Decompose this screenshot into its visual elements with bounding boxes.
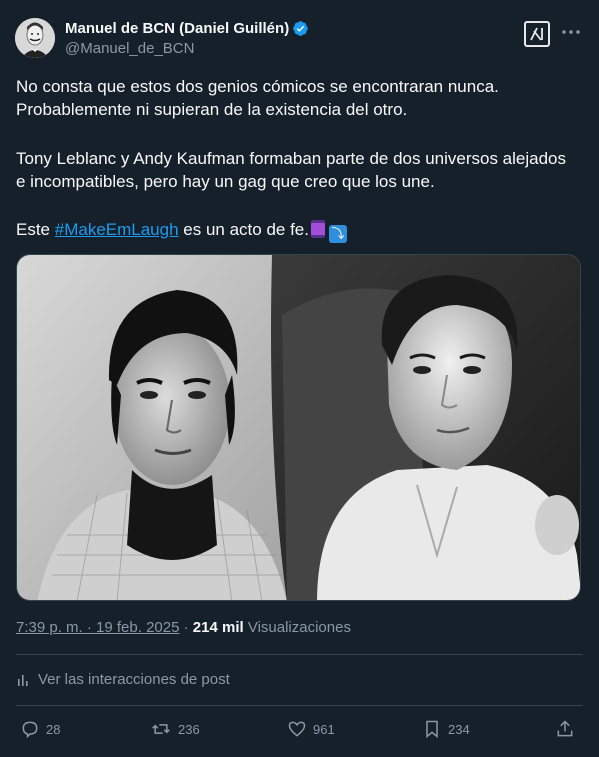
verified-badge-icon	[293, 21, 309, 36]
bookmark-button[interactable]: 234	[422, 719, 470, 739]
post-text-line: No consta que estos dos genios cómicos s…	[16, 77, 499, 96]
divider	[16, 705, 583, 706]
author-handle[interactable]: @Manuel_de_BCN	[65, 40, 194, 57]
photo-image	[17, 255, 580, 600]
share-icon	[557, 720, 573, 737]
grok-button[interactable]	[524, 21, 550, 47]
avatar[interactable]	[15, 18, 55, 58]
analytics-icon	[18, 674, 28, 686]
reply-count: 28	[46, 721, 61, 737]
repost-icon	[152, 724, 170, 734]
post-meta: 7:39 p. m. · 19 feb. 2025 · 214 mil Visu…	[16, 619, 351, 636]
post-text-line: e incompatibles, pero hay un gag que cre…	[16, 172, 435, 191]
bookmark-count: 234	[448, 721, 470, 737]
text-segment: es un acto de fe.	[178, 220, 309, 239]
views-label: Visualizaciones	[247, 619, 351, 636]
bookmark-icon	[426, 720, 438, 739]
hashtag-link[interactable]: #MakeEmLaugh	[55, 220, 179, 239]
avatar-image	[15, 18, 55, 58]
repost-button[interactable]: 236	[150, 719, 200, 739]
divider	[16, 654, 583, 655]
timestamp-link[interactable]: 7:39 p. m. · 19 feb. 2025	[16, 619, 179, 636]
heart-icon	[288, 721, 306, 737]
more-icon	[562, 30, 580, 34]
meta-separator: ·	[179, 619, 193, 636]
view-interactions-link[interactable]: Ver las interacciones de post	[16, 671, 230, 688]
view-interactions-label: Ver las interacciones de post	[38, 671, 230, 688]
post-text-line: Tony Leblanc y Andy Kaufman formaban par…	[16, 149, 567, 168]
grok-icon	[530, 27, 543, 41]
arrow-curving-down-emoji-icon: ⤵	[328, 225, 347, 243]
reply-icon	[22, 721, 38, 739]
like-count: 961	[313, 721, 335, 737]
author-name-row[interactable]: Manuel de BCN (Daniel Guillén)	[65, 20, 309, 37]
post-text-line: Este #MakeEmLaugh es un acto de fe. ⤵	[16, 218, 347, 243]
post-photo[interactable]	[16, 254, 581, 601]
repost-count: 236	[178, 721, 200, 737]
author-name[interactable]: Manuel de BCN (Daniel Guillén)	[65, 20, 289, 37]
views-count: 214 mil	[192, 619, 244, 636]
more-options-button[interactable]	[558, 22, 584, 44]
post: Manuel de BCN (Daniel Guillén) @Manuel_d…	[0, 0, 599, 757]
reply-button[interactable]: 28	[20, 719, 60, 739]
like-button[interactable]: 961	[287, 719, 335, 739]
text-segment: Este	[16, 220, 55, 239]
thread-spool-emoji-icon	[310, 220, 325, 238]
post-text-line: Probablemente ni supieran de la existenc…	[16, 100, 408, 119]
share-button[interactable]	[555, 719, 581, 739]
